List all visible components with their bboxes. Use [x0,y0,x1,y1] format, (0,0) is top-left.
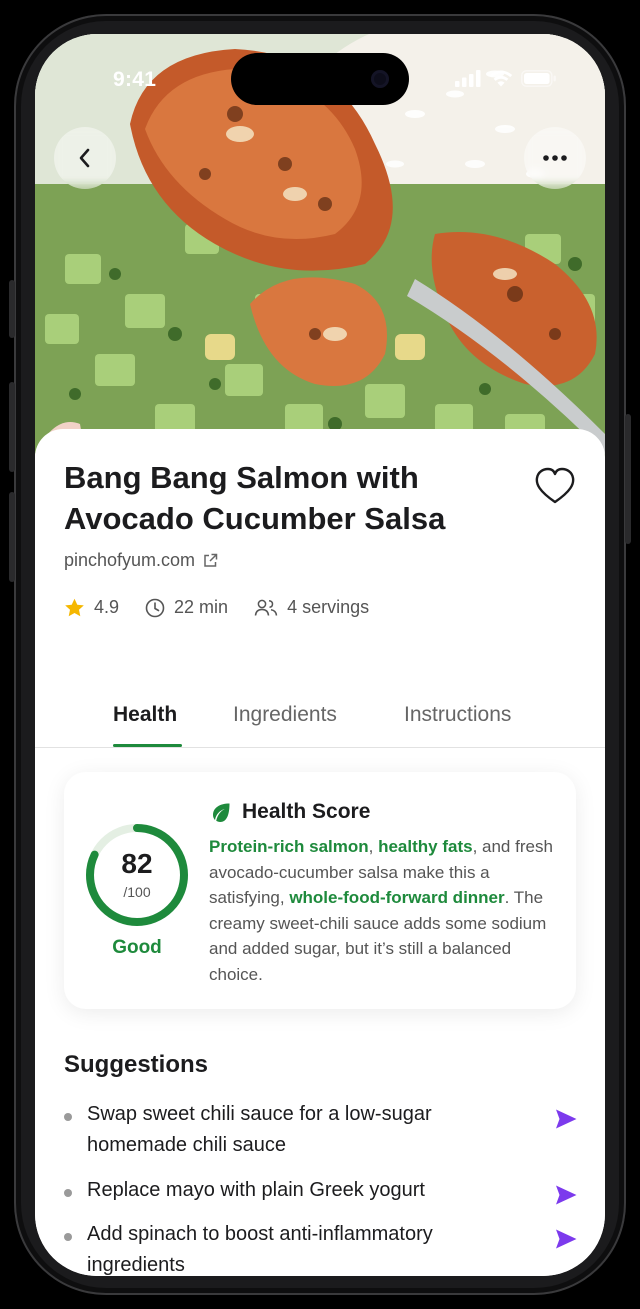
star-icon [65,598,84,616]
volume-down-button [9,492,15,582]
battery-icon [521,70,556,87]
health-score-rating: Good [112,937,162,958]
bullet [64,1233,72,1241]
servings: 4 servings [254,597,369,618]
leaf-icon [213,803,230,822]
suggestion-text: Swap sweet chili sauce for a low-sugar h… [87,1103,432,1156]
recipe-meta: 4.9 22 min 4 servings [64,597,395,618]
highlight-whole-food: whole-food-forward dinner [289,888,505,908]
servings-value: 4 servings [287,597,370,617]
rating: 4.9 [64,597,119,618]
desc-text: , [368,837,379,856]
recipe-source-link[interactable]: pinchofyum.com [64,550,218,571]
tab-ingredients[interactable]: Ingredients [233,703,337,727]
health-score-description: Protein-rich salmon, healthy fats, and f… [209,834,559,988]
people-icon [254,599,278,616]
highlight-fats: healthy fats [378,837,473,856]
send-icon[interactable] [554,1107,578,1131]
bullet [64,1113,72,1121]
more-options-button[interactable] [524,127,586,189]
recipe-title: Bang Bang Salmon with Avocado Cucumber S… [64,460,446,536]
cook-time-value: 22 min [174,597,229,617]
rating-value: 4.9 [94,597,120,617]
cook-time: 22 min [145,597,228,618]
app-screen: 9:41 Bang Bang Salmon with Avocado Cucum… [35,34,605,1276]
tab-health[interactable]: Health [113,703,177,727]
suggestion-text: Add spinach to boost anti-inflammatory i… [87,1223,433,1276]
source-label: pinchofyum.com [64,550,196,570]
health-score-value: 82 [121,848,153,879]
status-bar: 9:41 [35,34,605,114]
suggestion-text: Replace mayo with plain Greek yogurt [87,1179,425,1201]
volume-up-button [9,382,15,472]
recipe-details-sheet: Bang Bang Salmon with Avocado Cucumber S… [35,429,605,1276]
health-score-title: Health Score [210,800,370,824]
chevron-left-icon [79,148,90,168]
back-button[interactable] [54,127,116,189]
heart-icon[interactable] [535,467,575,505]
clock-icon [145,598,165,617]
highlight-protein: Protein-rich salmon [209,837,369,856]
status-time: 9:41 [113,68,157,91]
active-tab-indicator [113,744,182,747]
health-score-card: 82 /100 Good Health Score Protein-rich s… [64,772,576,1009]
power-button [625,414,631,544]
camera-icon [371,70,389,88]
tab-instructions[interactable]: Instructions [404,703,511,727]
send-icon[interactable] [554,1227,578,1251]
status-icons [455,70,557,87]
recipe-tabs: Health Ingredients Instructions [35,673,605,748]
wifi-icon [489,70,513,87]
more-horizontal-icon [543,155,567,161]
dynamic-island [231,53,409,105]
send-icon[interactable] [554,1183,578,1207]
health-score-max: /100 [123,884,151,900]
mute-switch [9,280,15,338]
cellular-signal-icon [455,70,481,87]
external-link-icon [204,553,218,567]
bullet [64,1189,72,1197]
health-score-title-text: Health Score [242,800,371,823]
suggestions-title: Suggestions [64,1051,209,1078]
